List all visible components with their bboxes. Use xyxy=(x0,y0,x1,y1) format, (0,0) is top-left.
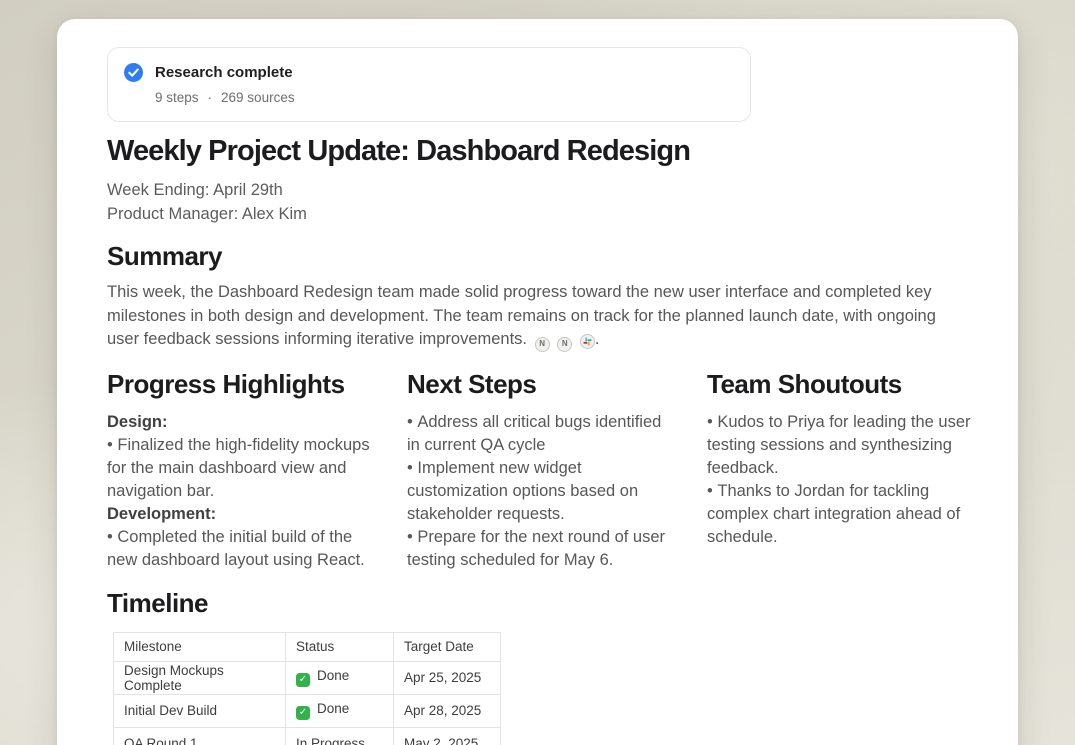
status-text: Done xyxy=(317,701,349,716)
column-header-target-date: Target Date xyxy=(394,632,501,661)
progress-highlights-heading: Progress Highlights xyxy=(107,369,377,400)
highlights-columns: Progress Highlights Design: Finalized th… xyxy=(107,369,977,572)
done-check-icon: ✓ xyxy=(296,673,310,687)
next-step-item: Address all critical bugs identified in … xyxy=(407,411,677,457)
column-team-shoutouts: Team Shoutouts Kudos to Priya for leadin… xyxy=(707,369,977,572)
summary-paragraph: This week, the Dashboard Redesign team m… xyxy=(107,281,952,352)
meta-product-manager: Product Manager: Alex Kim xyxy=(107,202,977,226)
shoutout-item: Thanks to Jordan for tackling complex ch… xyxy=(707,480,977,549)
desktop-background: { "colors": { "page_background": "#d9d6c… xyxy=(0,0,1075,745)
team-shoutouts-body: Kudos to Priya for leading the user test… xyxy=(707,411,977,549)
milestone-cell: QA Round 1 xyxy=(114,727,286,745)
next-step-item: Prepare for the next round of user testi… xyxy=(407,526,677,572)
target-date-cell: Apr 28, 2025 xyxy=(394,694,501,727)
research-steps-count: 9 steps xyxy=(155,90,199,105)
citation-group: N N xyxy=(527,330,595,348)
progress-highlights-body: Design: Finalized the high-fidelity mock… xyxy=(107,411,377,572)
research-status-title: Research complete xyxy=(155,64,293,81)
table-row: Initial Dev Build ✓ Done Apr 28, 2025 xyxy=(114,694,501,727)
development-label: Development: xyxy=(107,503,377,526)
research-meta: 9 steps · 269 sources xyxy=(155,90,730,105)
meta-week-ending: Week Ending: April 29th xyxy=(107,178,977,202)
notion-citation-icon[interactable]: N xyxy=(557,337,572,352)
done-check-icon: ✓ xyxy=(296,706,310,720)
target-date-cell: Apr 25, 2025 xyxy=(394,661,501,694)
status-cell: ✓ Done xyxy=(286,661,394,694)
summary-heading: Summary xyxy=(107,241,977,272)
next-steps-heading: Next Steps xyxy=(407,369,677,400)
timeline-heading: Timeline xyxy=(107,588,977,619)
timeline-table: Milestone Status Target Date Design Mock… xyxy=(113,632,501,745)
development-bullet: Completed the initial build of the new d… xyxy=(107,526,377,572)
design-label: Design: xyxy=(107,411,377,434)
doc-meta: Week Ending: April 29th Product Manager:… xyxy=(107,178,977,226)
milestone-cell: Initial Dev Build xyxy=(114,694,286,727)
summary-text: This week, the Dashboard Redesign team m… xyxy=(107,283,936,348)
status-cell: ✓ Done xyxy=(286,694,394,727)
research-complete-check-icon xyxy=(124,63,143,82)
table-row: Design Mockups Complete ✓ Done Apr 25, 20… xyxy=(114,661,501,694)
document-card: Research complete 9 steps · 269 sources … xyxy=(57,19,1018,745)
milestone-cell: Design Mockups Complete xyxy=(114,661,286,694)
status-text: Done xyxy=(317,668,349,683)
column-next-steps: Next Steps Address all critical bugs ide… xyxy=(407,369,677,572)
team-shoutouts-heading: Team Shoutouts xyxy=(707,369,977,400)
shoutout-item: Kudos to Priya for leading the user test… xyxy=(707,411,977,480)
column-header-milestone: Milestone xyxy=(114,632,286,661)
column-header-status: Status xyxy=(286,632,394,661)
design-bullet: Finalized the high-fidelity mockups for … xyxy=(107,434,377,503)
research-sources-count: 269 sources xyxy=(221,90,295,105)
research-status-row: Research complete xyxy=(124,63,730,82)
research-status-card[interactable]: Research complete 9 steps · 269 sources xyxy=(107,47,751,122)
separator-dot: · xyxy=(208,90,213,105)
timeline-header-row: Milestone Status Target Date xyxy=(114,632,501,661)
status-cell: In Progress xyxy=(286,727,394,745)
target-date-cell: May 2, 2025 xyxy=(394,727,501,745)
notion-citation-icon[interactable]: N xyxy=(535,337,550,352)
table-row: QA Round 1 In Progress May 2, 2025 xyxy=(114,727,501,745)
slack-citation-icon[interactable] xyxy=(580,334,595,349)
next-steps-body: Address all critical bugs identified in … xyxy=(407,411,677,572)
summary-trailing-period: . xyxy=(595,330,600,348)
next-step-item: Implement new widget customization optio… xyxy=(407,457,677,526)
column-progress-highlights: Progress Highlights Design: Finalized th… xyxy=(107,369,377,572)
page-title: Weekly Project Update: Dashboard Redesig… xyxy=(107,135,977,168)
